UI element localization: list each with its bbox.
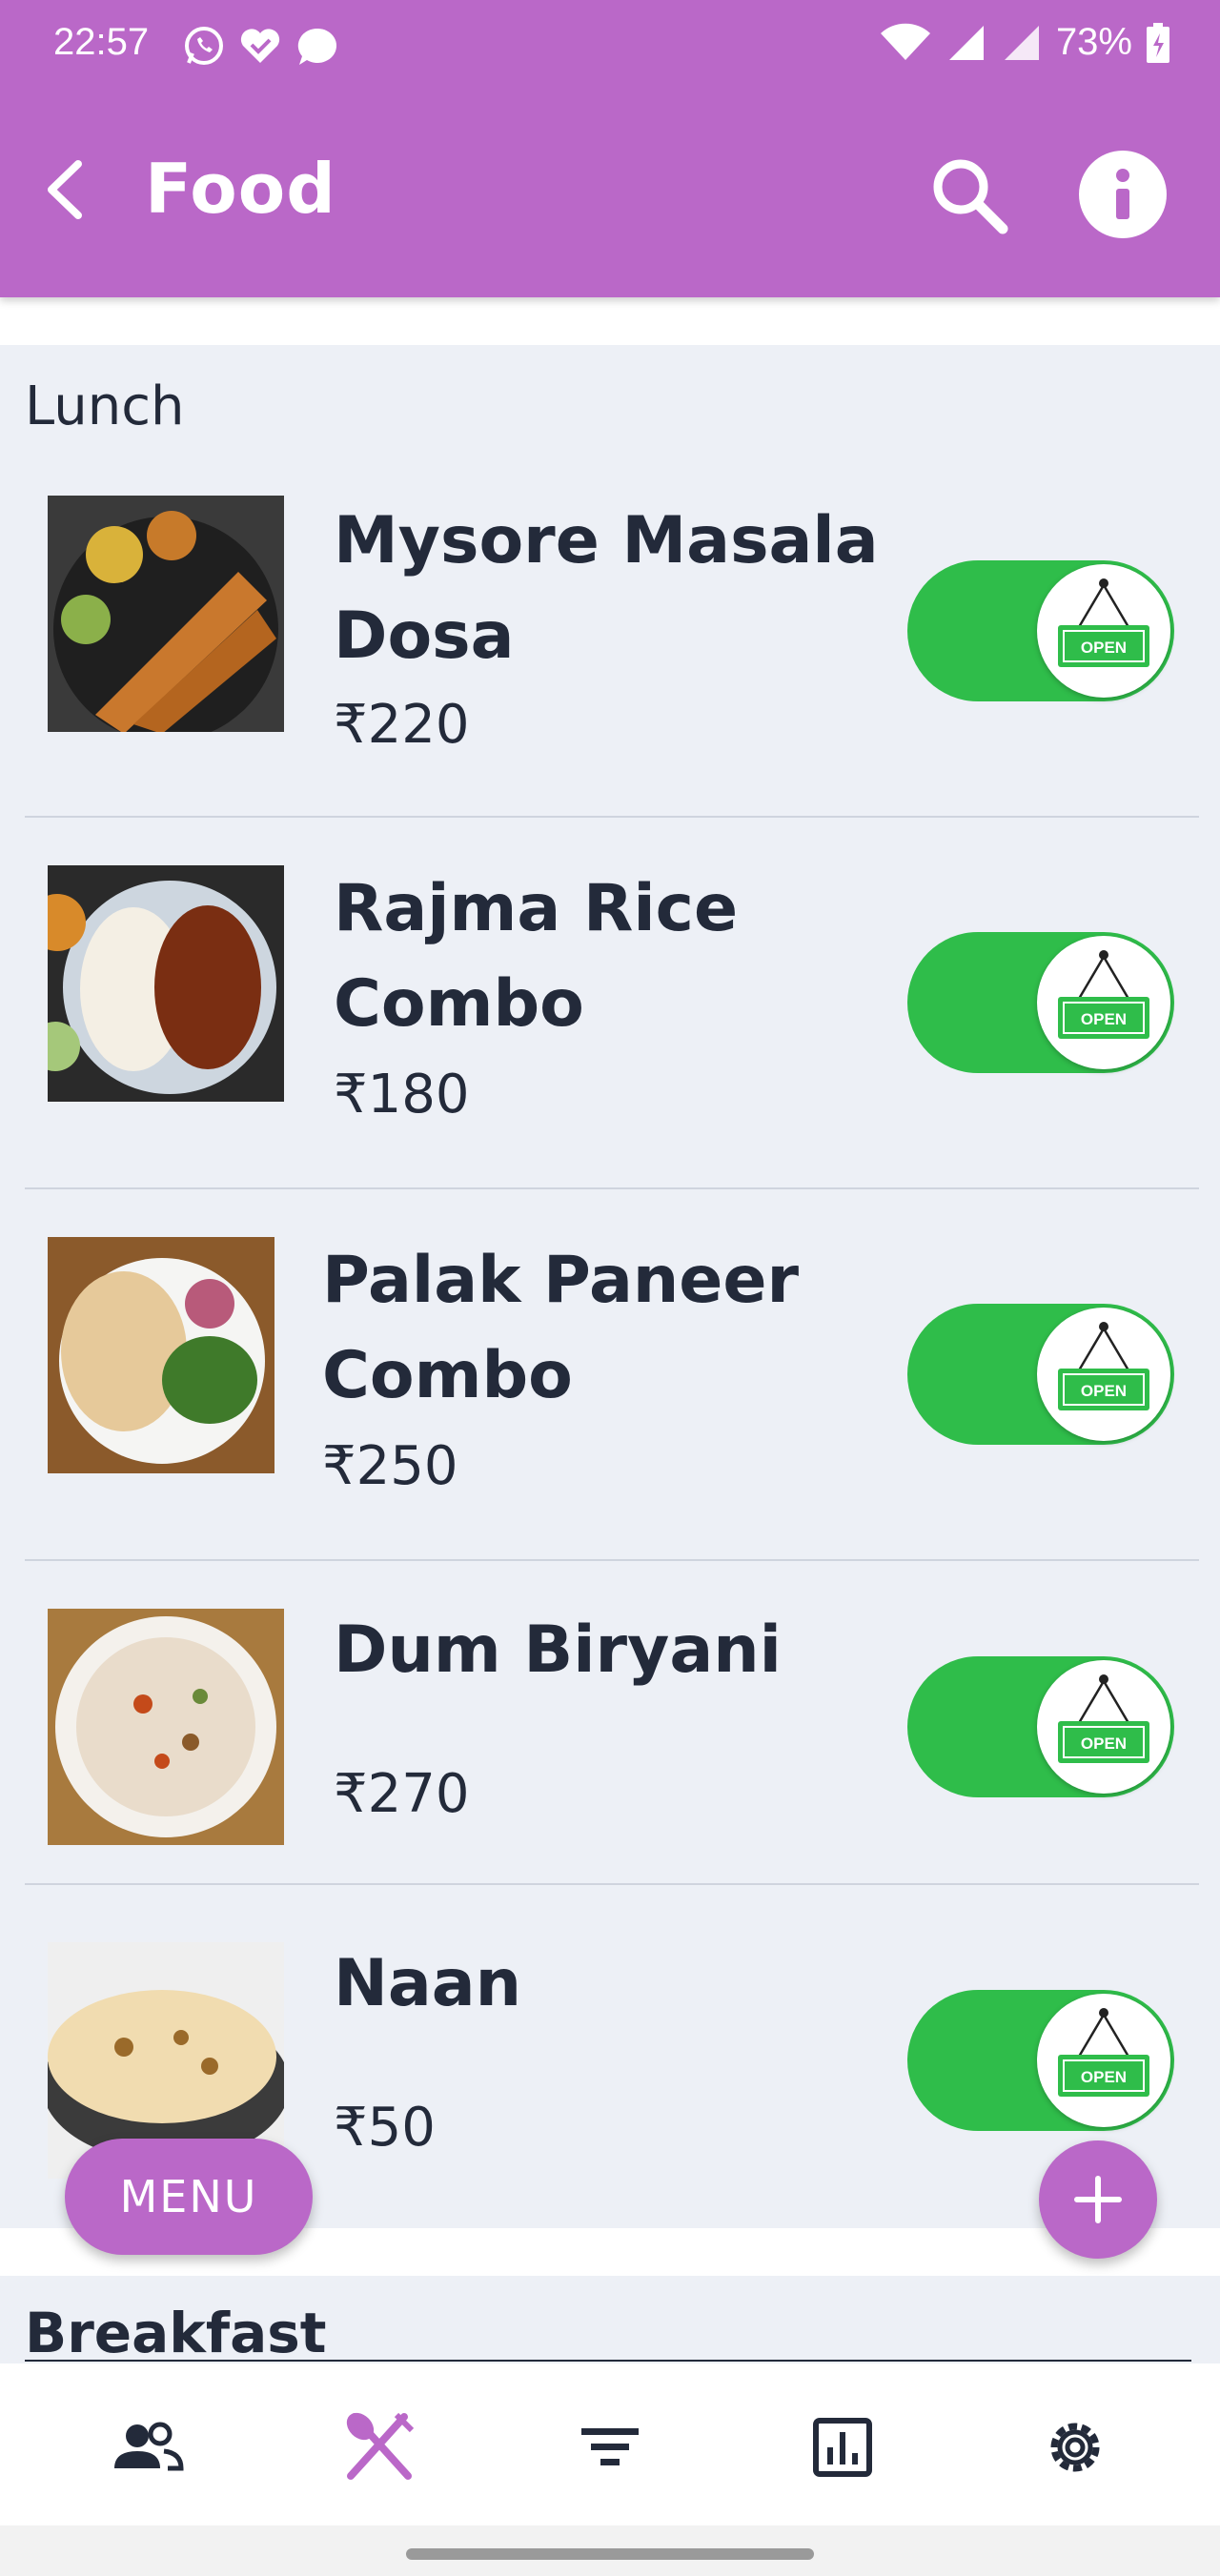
item-price: ₹50 <box>334 2097 436 2159</box>
status-time: 22:57 <box>53 21 150 63</box>
open-sign-icon: OPEN <box>1037 936 1170 1069</box>
availability-toggle[interactable]: OPEN <box>907 932 1174 1073</box>
availability-toggle[interactable]: OPEN <box>907 1656 1174 1797</box>
gesture-bar[interactable] <box>406 2548 814 2560</box>
menu-button[interactable]: MENU <box>65 2139 313 2255</box>
item-price: ₹220 <box>334 694 470 756</box>
add-button[interactable] <box>1039 2140 1157 2259</box>
open-sign-icon: OPEN <box>1037 1994 1170 2127</box>
back-arrow-icon[interactable] <box>36 156 93 223</box>
section-title-breakfast: Breakfast <box>25 2301 327 2363</box>
nav-filter[interactable] <box>572 2409 648 2485</box>
signal-2-icon <box>1004 25 1039 60</box>
open-sign-icon: OPEN <box>1037 564 1170 698</box>
status-bar: 22:57 73% <box>0 0 1220 91</box>
lunch-section: Lunch Mysore Masala Dosa ₹220 OPEN Rajma… <box>0 345 1220 2228</box>
bar-chart-icon <box>813 2418 872 2477</box>
open-sign-label: OPEN <box>1081 1734 1127 1753</box>
section-title-lunch: Lunch <box>25 375 185 437</box>
search-icon[interactable] <box>926 152 1012 238</box>
filter-icon <box>581 2428 639 2465</box>
top-bar: 22:57 73% Food <box>0 0 1220 297</box>
divider <box>25 1883 1199 1885</box>
whatsapp-icon <box>185 27 223 65</box>
food-image-biryani <box>48 1609 284 1845</box>
item-price: ₹250 <box>322 1435 458 1497</box>
cutlery-icon <box>346 2412 415 2480</box>
availability-toggle[interactable]: OPEN <box>907 1304 1174 1445</box>
battery-percent: 73% <box>1055 21 1132 63</box>
food-image-rajma <box>48 865 284 1102</box>
nav-food[interactable] <box>341 2409 417 2485</box>
bottom-nav <box>0 2363 1220 2525</box>
people-icon <box>114 2422 184 2471</box>
open-sign-label: OPEN <box>1081 1382 1127 1400</box>
item-price: ₹270 <box>334 1763 470 1825</box>
app-bar: Food <box>0 91 1220 297</box>
divider <box>25 816 1199 818</box>
plus-icon <box>1074 2176 1122 2223</box>
item-name: Mysore Masala Dosa <box>334 503 879 674</box>
divider <box>25 2360 1191 2362</box>
food-image-palak-paneer <box>48 1237 274 1473</box>
wifi-icon <box>880 23 930 60</box>
availability-toggle[interactable]: OPEN <box>907 560 1174 701</box>
item-name: Rajma Rice Combo <box>334 871 739 1042</box>
open-sign-label: OPEN <box>1081 639 1127 657</box>
open-sign-icon: OPEN <box>1037 1660 1170 1794</box>
nav-settings[interactable] <box>1037 2409 1113 2485</box>
signal-icon <box>948 25 984 60</box>
info-icon[interactable] <box>1079 151 1167 238</box>
food-image-dosa <box>48 496 284 732</box>
availability-toggle[interactable]: OPEN <box>907 1990 1174 2131</box>
item-name: Palak Paneer Combo <box>322 1243 800 1413</box>
notification-icons <box>183 25 341 67</box>
chat-bubble-icon <box>297 28 337 65</box>
heart-check-icon <box>240 29 280 63</box>
item-name: Dum Biryani <box>334 1613 782 1688</box>
open-sign-icon: OPEN <box>1037 1308 1170 1441</box>
item-price: ₹180 <box>334 1064 470 1126</box>
status-right: 73% <box>879 21 1170 64</box>
battery-icon <box>1147 22 1169 63</box>
nav-reports[interactable] <box>804 2409 881 2485</box>
divider <box>25 1187 1199 1189</box>
open-sign-label: OPEN <box>1081 1010 1127 1028</box>
item-name: Naan <box>334 1946 522 2021</box>
gear-icon <box>1050 2423 1100 2472</box>
open-sign-label: OPEN <box>1081 2068 1127 2086</box>
gesture-area <box>0 2525 1220 2576</box>
page-title: Food <box>145 149 336 229</box>
divider <box>25 1559 1199 1561</box>
breakfast-section: Breakfast <box>0 2276 1220 2363</box>
nav-customers[interactable] <box>109 2409 185 2485</box>
